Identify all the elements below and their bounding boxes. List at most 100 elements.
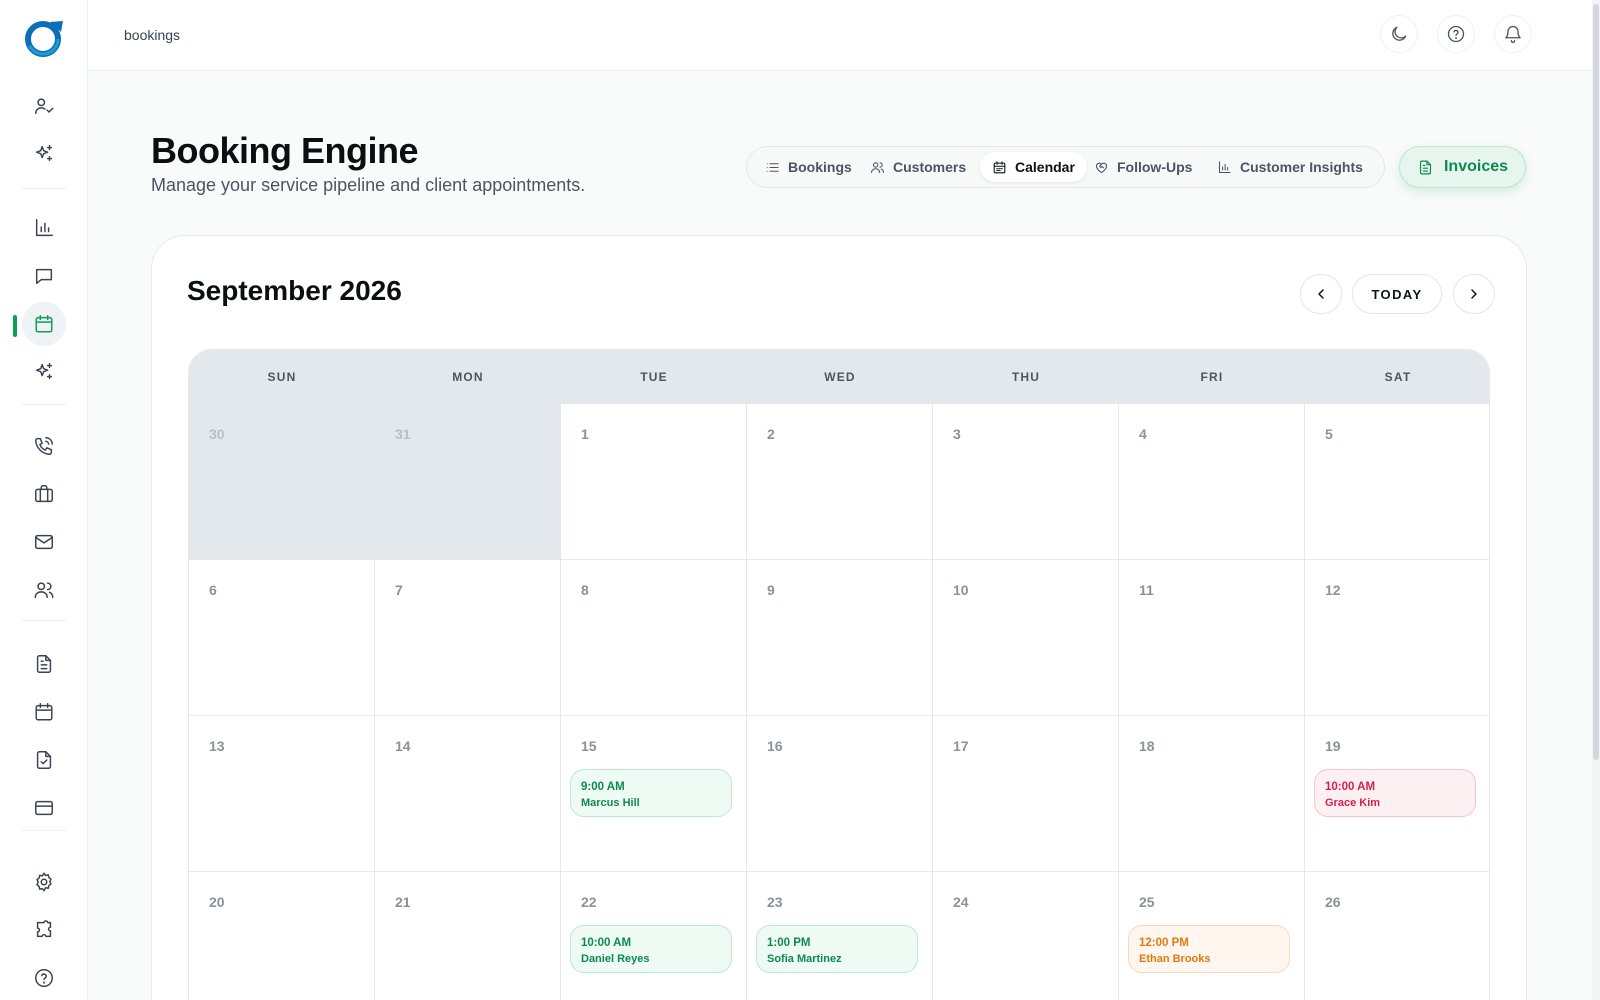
booking-event[interactable]: 1:00 PM Sofia Martinez: [756, 925, 918, 973]
day-number: 25: [1139, 894, 1155, 910]
day-number: 11: [1139, 582, 1154, 598]
sidebar-item-message-square[interactable]: [22, 254, 66, 298]
day-number: 6: [209, 582, 217, 598]
sidebar-item-users[interactable]: [22, 568, 66, 612]
tab-bookings[interactable]: Bookings: [753, 152, 864, 182]
calendar-icon: [35, 315, 53, 333]
top-bar: bookings: [88, 0, 1592, 71]
sidebar-item-sparkles[interactable]: [22, 132, 66, 176]
calendar-day-cell[interactable]: 8: [561, 560, 747, 716]
calendar-day-cell[interactable]: 11: [1119, 560, 1305, 716]
calendar-day-cell[interactable]: 14: [375, 716, 561, 872]
calendar-day-cell[interactable]: 10: [933, 560, 1119, 716]
tab-calendar[interactable]: Calendar: [980, 152, 1087, 182]
tab-customer-insights[interactable]: Customer Insights: [1205, 152, 1375, 182]
calendar-day-cell[interactable]: 9: [747, 560, 933, 716]
view-tabs: Bookings Customers Calendar Follow-Ups C…: [746, 146, 1385, 188]
app-logo[interactable]: [22, 18, 66, 58]
weekday-label: SAT: [1384, 370, 1412, 384]
sidebar-item-file-text[interactable]: [22, 642, 66, 686]
sidebar-divider: [22, 188, 66, 189]
day-number: 21: [395, 894, 411, 910]
sidebar-item-calendar[interactable]: [22, 690, 66, 734]
sidebar-item-briefcase[interactable]: [22, 472, 66, 516]
users-icon: [871, 161, 884, 173]
weekday-label: TUE: [640, 370, 668, 384]
sparkles-icon: [35, 145, 53, 162]
sparkles-icon: [35, 363, 53, 380]
calendar-day-cell[interactable]: 12: [1305, 560, 1489, 716]
day-number: 7: [395, 582, 403, 598]
calendar-day-cell[interactable]: 4: [1119, 404, 1305, 560]
sidebar-divider: [22, 620, 66, 621]
calendar-day-cell[interactable]: 18: [1119, 716, 1305, 872]
calendar-day-cell[interactable]: 1: [561, 404, 747, 560]
calendar-day-cell[interactable]: 3: [933, 404, 1119, 560]
calendar-day-cell[interactable]: 26: [1305, 872, 1489, 1000]
prev-month-button[interactable]: [1300, 274, 1342, 314]
moon-icon[interactable]: [1380, 15, 1418, 53]
calendar-day-cell[interactable]: 24: [933, 872, 1119, 1000]
tab-label: Follow-Ups: [1117, 159, 1193, 175]
calendar-day-cell[interactable]: 30: [189, 404, 375, 560]
invoices-button[interactable]: Invoices: [1399, 146, 1526, 188]
calendar-day-cell[interactable]: 21: [375, 872, 561, 1000]
calendar-day-cell[interactable]: 5: [1305, 404, 1489, 560]
day-number: 31: [395, 426, 411, 442]
calendar-day-cell[interactable]: 19 10:00 AM Grace Kim: [1305, 716, 1489, 872]
tab-customers[interactable]: Customers: [858, 152, 978, 182]
tab-label: Calendar: [1015, 159, 1075, 175]
today-button[interactable]: TODAY: [1352, 274, 1442, 314]
file-check-icon: [36, 751, 52, 769]
page-title: Booking Engine: [151, 130, 419, 171]
mail-icon: [35, 534, 53, 550]
tab-label: Customers: [893, 159, 967, 175]
sidebar-item-sparkles[interactable]: [22, 350, 66, 394]
sidebar-item-credit-card[interactable]: [22, 786, 66, 830]
day-number: 17: [953, 738, 969, 754]
day-number: 5: [1325, 426, 1333, 442]
calendar-icon: [993, 160, 1006, 173]
event-customer-name: Grace Kim: [1325, 797, 1381, 809]
page-subtitle: Manage your service pipeline and client …: [151, 175, 586, 195]
sidebar-item-mail[interactable]: [22, 520, 66, 564]
calendar-day-cell[interactable]: 20: [189, 872, 375, 1000]
booking-event[interactable]: 9:00 AM Marcus Hill: [570, 769, 732, 817]
day-number: 13: [209, 738, 225, 754]
tab-follow-ups[interactable]: Follow-Ups: [1082, 152, 1204, 182]
booking-event[interactable]: 10:00 AM Daniel Reyes: [570, 925, 732, 973]
calendar-day-cell[interactable]: 25 12:00 PM Ethan Brooks: [1119, 872, 1305, 1000]
calendar-day-cell[interactable]: 16: [747, 716, 933, 872]
day-number: 16: [767, 738, 783, 754]
sidebar-item-puzzle[interactable]: [22, 908, 66, 952]
calendar-day-cell[interactable]: 22 10:00 AM Daniel Reyes: [561, 872, 747, 1000]
day-number: 9: [767, 582, 775, 598]
sidebar-item-user-check[interactable]: [22, 84, 66, 128]
scrollbar[interactable]: [1592, 0, 1600, 1000]
calendar-day-cell[interactable]: 17: [933, 716, 1119, 872]
scroll-thumb[interactable]: [1593, 4, 1599, 760]
calendar-day-cell[interactable]: 6: [189, 560, 375, 716]
breadcrumb[interactable]: bookings: [124, 27, 180, 43]
weekday-header: SUN MON TUE WED THU FRI SAT: [189, 350, 1489, 404]
calendar-day-cell[interactable]: 15 9:00 AM Marcus Hill: [561, 716, 747, 872]
calendar-day-cell[interactable]: 23 1:00 PM Sofia Martinez: [747, 872, 933, 1000]
booking-event[interactable]: 10:00 AM Grace Kim: [1314, 769, 1476, 817]
sidebar-item-help-circle[interactable]: [22, 956, 66, 1000]
calendar-day-cell[interactable]: 7: [375, 560, 561, 716]
day-number: 12: [1325, 582, 1341, 598]
calendar-day-cell[interactable]: 2: [747, 404, 933, 560]
next-month-button[interactable]: [1453, 274, 1495, 314]
sidebar-item-calendar[interactable]: [22, 302, 66, 346]
sidebar-item-settings[interactable]: [22, 860, 66, 904]
day-number: 2: [767, 426, 775, 442]
sidebar-item-file-check[interactable]: [22, 738, 66, 782]
calendar-day-cell[interactable]: 13: [189, 716, 375, 872]
bell-icon[interactable]: [1494, 15, 1532, 53]
sidebar-item-phone[interactable]: [22, 424, 66, 468]
calendar-day-cell[interactable]: 31: [375, 404, 561, 560]
help-circle-icon[interactable]: [1437, 15, 1475, 53]
day-number: 4: [1139, 426, 1147, 442]
sidebar-item-bar-chart[interactable]: [22, 206, 66, 250]
booking-event[interactable]: 12:00 PM Ethan Brooks: [1128, 925, 1290, 973]
